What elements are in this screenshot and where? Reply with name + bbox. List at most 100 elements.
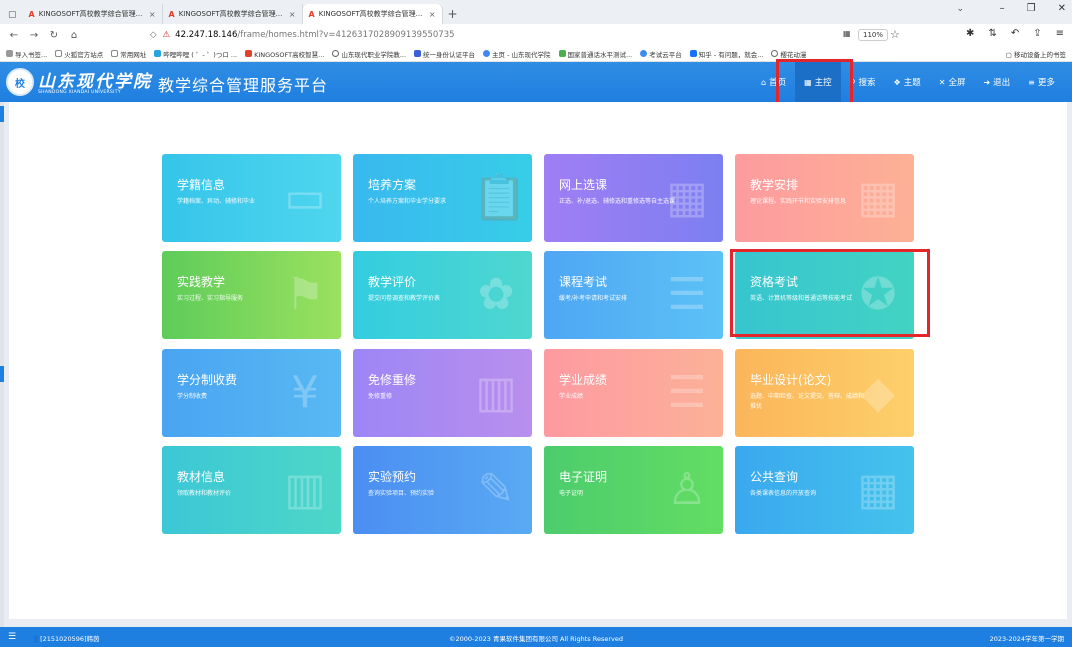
- document-icon: ☰: [667, 367, 707, 418]
- bookmark-item[interactable]: 常用网址: [111, 49, 146, 59]
- university-logo: 山东现代学院 SHANDONG XIANDAI UNIVERSITY: [38, 72, 152, 95]
- nav-home[interactable]: ⌂ 首页: [752, 62, 795, 102]
- tile-description: 英语、计算机等级和普通话等技能考试: [750, 295, 853, 302]
- tile-description: 各类课表信息的开放查询: [750, 490, 817, 497]
- close-tab-icon[interactable]: ×: [289, 10, 296, 19]
- home-icon: ⌂: [761, 77, 767, 87]
- nav-main-control[interactable]: ▦ 主控: [795, 62, 841, 102]
- tile-2[interactable]: 培养方案 个人培养方案和毕业学分要求 📋: [353, 154, 532, 242]
- tile-10[interactable]: 免修重修 免修重修 ▥: [353, 349, 532, 437]
- sidebar-marker: [0, 366, 4, 382]
- palette-icon: ❖: [893, 77, 901, 87]
- extension-icon[interactable]: ✱: [966, 28, 974, 39]
- reload-icon[interactable]: ↻: [46, 30, 62, 41]
- browser-tab-active[interactable]: A KINGOSOFT高校教学综合管理... ×: [302, 4, 443, 24]
- sync-icon[interactable]: ⇅: [988, 28, 996, 39]
- kingosoft-favicon-icon: A: [308, 9, 315, 19]
- bookshelf-icon: ▥: [284, 464, 326, 515]
- list-all-tabs-icon[interactable]: ⌄: [956, 4, 964, 14]
- tile-12[interactable]: 毕业设计(论文) 选题、中期检查、论文提交、答辩、成绩和推优 ◆: [735, 349, 914, 437]
- bookmark-item[interactable]: KINGOSOFT高校智慧...: [245, 49, 324, 59]
- close-tab-icon[interactable]: ×: [429, 10, 436, 19]
- university-seal-icon: 校: [6, 68, 34, 96]
- zoom-level[interactable]: 110%: [858, 29, 889, 41]
- home-icon[interactable]: ⌂: [66, 30, 82, 41]
- bookmark-item[interactable]: 哔哩哔哩 ( ゜- ゜)つロ ...: [154, 49, 237, 59]
- tile-description: 理论课程、实践环节和实验安排信息: [750, 198, 847, 205]
- tile-5[interactable]: 实践教学 实习过程、实习指导服务 ⚑: [162, 251, 341, 339]
- browser-tab[interactable]: A KINGOSOFT高校教学综合管理... ×: [163, 4, 303, 24]
- bookmark-star-icon[interactable]: ☆: [890, 28, 900, 41]
- browser-toolbar-icons: ✱ ⇅ ↶ ⇪ ≡: [966, 28, 1064, 39]
- shield-icon: ◇: [150, 30, 157, 40]
- clipboard-icon: 📋: [472, 172, 527, 223]
- logout-icon: ➜: [983, 77, 991, 87]
- certificate-icon: ✪: [859, 269, 897, 320]
- nav-fullscreen[interactable]: ✕ 全屏: [930, 62, 975, 102]
- kingosoft-favicon-icon: A: [28, 9, 35, 19]
- tile-6[interactable]: 教学评价 提交问卷调查和教学评价表 ✿: [353, 251, 532, 339]
- tile-14[interactable]: 实验预约 查询实验项目、预约实验 ✎: [353, 446, 532, 534]
- tile-15[interactable]: 电子证明 电子证明 ♙: [544, 446, 723, 534]
- bookmarks-bar: 导入书签... 火狐官方站点 常用网址 哔哩哔哩 ( ゜- ゜)つロ ... K…: [0, 46, 1072, 62]
- yuan-icon: ¥: [291, 367, 319, 418]
- tile-description: 缓考/补考申请和考试安排: [559, 295, 628, 302]
- tab-list-icon[interactable]: ▢: [8, 10, 17, 20]
- tile-11[interactable]: 学业成绩 学业成绩 ☰: [544, 349, 723, 437]
- tile-description: 学业成绩: [559, 393, 584, 400]
- scroll-icon: ☰: [667, 269, 707, 320]
- restore-icon[interactable]: ❐: [1027, 3, 1036, 14]
- mobile-bookmarks[interactable]: ▢ 移动设备上的书签: [1006, 49, 1066, 59]
- windows-icon: ▦: [804, 77, 812, 87]
- bookmark-item[interactable]: 国家普通话水平测试...: [558, 49, 632, 59]
- calendar-icon: ▦: [857, 172, 899, 223]
- app-header: 校 山东现代学院 SHANDONG XIANDAI UNIVERSITY 教学综…: [0, 62, 1072, 102]
- touch-calendar-icon: ▦: [666, 172, 708, 223]
- back-icon[interactable]: ←: [6, 30, 22, 41]
- browser-tab-strip: ▢ A KINGOSOFT高校教学综合管理... × A KINGOSOFT高校教学综…: [0, 0, 1072, 24]
- qr-code-icon[interactable]: ▦: [843, 29, 851, 38]
- bookmark-item[interactable]: 知乎 - 有问题，就会...: [689, 49, 763, 59]
- bookmark-item[interactable]: 火狐官方站点: [55, 49, 103, 59]
- bookmark-item[interactable]: 主页 - 山东现代学院: [483, 49, 551, 59]
- tile-13[interactable]: 教材信息 领取教材和教材评价 ▥: [162, 446, 341, 534]
- nav-search[interactable]: ⚲ 搜索: [841, 62, 885, 102]
- close-window-icon[interactable]: ✕: [1058, 3, 1066, 14]
- academic-term: 2023-2024学年第一学期: [989, 635, 1064, 643]
- search-icon: ⚲: [849, 77, 856, 87]
- tile-description: 实习过程、实习指导服务: [177, 295, 244, 302]
- forward-icon[interactable]: →: [26, 30, 42, 41]
- bookmark-item[interactable]: 樱花动漫: [771, 49, 806, 59]
- share-icon[interactable]: ⇪: [1033, 28, 1041, 39]
- kingosoft-favicon-icon: A: [168, 9, 175, 19]
- bookmark-item[interactable]: 考试云平台: [640, 49, 682, 59]
- flower-icon: ✿: [477, 269, 515, 320]
- nav-theme[interactable]: ❖ 主题: [885, 62, 930, 102]
- left-sidebar-strip: [0, 102, 4, 627]
- tile-4[interactable]: 教学安排 理论课程、实践环节和实验安排信息 ▦: [735, 154, 914, 242]
- close-tab-icon[interactable]: ×: [149, 10, 156, 19]
- lock-icon: ⚠: [162, 30, 171, 40]
- bookmark-item[interactable]: 导入书签...: [6, 49, 47, 59]
- new-tab-button[interactable]: +: [443, 4, 463, 24]
- nav-more[interactable]: ≡ 更多: [1019, 62, 1064, 102]
- tile-description: 学籍档案、异动、辅修和毕业: [177, 198, 256, 205]
- tile-16[interactable]: 公共查询 各类课表信息的开放查询 ▦: [735, 446, 914, 534]
- tile-3[interactable]: 网上选课 正选、补/退选、辅修选和重修选等自主选课 ▦: [544, 154, 723, 242]
- tile-7[interactable]: 课程考试 缓考/补考申请和考试安排 ☰: [544, 251, 723, 339]
- browser-tab[interactable]: A KINGOSOFT高校教学综合管理... ×: [23, 4, 163, 24]
- bookmark-item[interactable]: 统一身份认证平台: [414, 49, 475, 59]
- tile-1[interactable]: 学籍信息 学籍档案、异动、辅修和毕业 ▭: [162, 154, 341, 242]
- edit-document-icon: ✎: [477, 464, 515, 515]
- sidebar-marker: [0, 106, 4, 122]
- tile-description: 个人培养方案和毕业学分要求: [368, 198, 447, 205]
- minimize-icon[interactable]: –: [1000, 3, 1005, 14]
- nav-logout[interactable]: ➜ 退出: [974, 62, 1019, 102]
- bookmark-item[interactable]: 山东现代职业学院教...: [332, 49, 406, 59]
- tile-8[interactable]: 资格考试 英语、计算机等级和普通话等技能考试 ✪: [735, 251, 914, 339]
- app-menu-icon[interactable]: ≡: [1056, 28, 1064, 39]
- tile-description: 查询实验项目、预约实验: [368, 490, 435, 497]
- url-field[interactable]: ◇ ⚠ 42.247.18.146/frame/homes.html?v=412…: [150, 26, 910, 44]
- tile-9[interactable]: 学分制收费 学分制收费 ¥: [162, 349, 341, 437]
- undo-icon[interactable]: ↶: [1011, 28, 1019, 39]
